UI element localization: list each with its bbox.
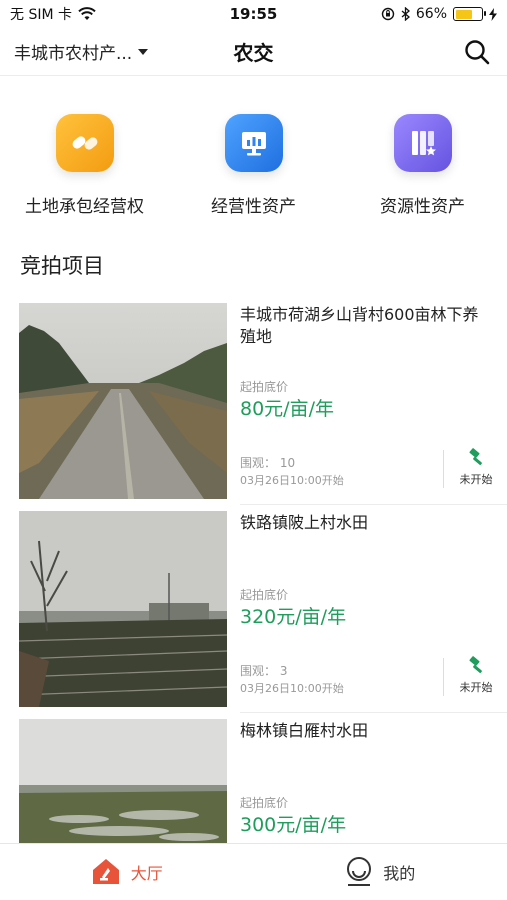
auction-item[interactable]: 梅林镇白雁村水田 起拍底价 300元/亩/年 bbox=[0, 716, 507, 843]
auction-item[interactable]: 铁路镇陂上村水田 起拍底价 320元/亩/年 围观： 3 03月26日10:00… bbox=[0, 508, 507, 716]
tab-profile[interactable]: 我的 bbox=[254, 844, 507, 900]
category-grid: 土地承包经营权 经营性资产 资源性资产 bbox=[0, 76, 507, 226]
tab-hall[interactable]: 大厅 bbox=[0, 844, 254, 900]
rural-road-photo bbox=[19, 303, 227, 499]
section-title: 竞拍项目 bbox=[20, 254, 104, 278]
category-label: 经营性资产 bbox=[211, 197, 296, 217]
tab-bar: 大厅 我的 bbox=[0, 843, 507, 900]
price-value: 320元/亩/年 bbox=[240, 606, 347, 628]
category-label: 资源性资产 bbox=[380, 197, 465, 217]
divider bbox=[443, 450, 444, 488]
start-time: 03月26日10:00开始 bbox=[240, 682, 344, 695]
price-label: 起拍底价 bbox=[240, 588, 289, 602]
charging-icon bbox=[489, 7, 497, 21]
category-land-contract[interactable]: 土地承包经营权 bbox=[0, 76, 169, 226]
auction-status: 未开始 bbox=[450, 656, 502, 695]
auction-status: 未开始 bbox=[450, 448, 502, 487]
category-resource-assets[interactable]: 资源性资产 bbox=[338, 76, 507, 226]
category-label: 土地承包经营权 bbox=[25, 197, 144, 217]
separator bbox=[240, 712, 507, 713]
location-selector[interactable]: 丰城市农村产... bbox=[14, 39, 149, 64]
price-label: 起拍底价 bbox=[240, 380, 289, 394]
carrier-text: 无 SIM 卡 bbox=[10, 7, 72, 23]
search-icon[interactable] bbox=[463, 38, 491, 66]
tab-label: 我的 bbox=[383, 864, 416, 883]
bluetooth-icon bbox=[401, 7, 410, 21]
rotation-lock-icon bbox=[381, 7, 395, 21]
auction-item[interactable]: 丰城市荷湖乡山背村600亩林下养殖地 起拍底价 80元/亩/年 围观： 10 0… bbox=[0, 300, 507, 508]
location-label: 丰城市农村产... bbox=[14, 44, 133, 64]
category-operating-assets[interactable]: 经营性资产 bbox=[169, 76, 338, 226]
item-title: 梅林镇白雁村水田 bbox=[240, 721, 369, 740]
view-count: 围观： 3 bbox=[240, 664, 288, 678]
price-label: 起拍底价 bbox=[240, 796, 289, 810]
book-star-icon bbox=[393, 114, 452, 172]
item-title: 丰城市荷湖乡山背村600亩林下养殖地 bbox=[240, 305, 479, 346]
nav-bar: 丰城市农村产... 农交 bbox=[0, 28, 507, 76]
separator bbox=[240, 504, 507, 505]
item-title: 铁路镇陂上村水田 bbox=[240, 513, 369, 532]
paddy-field-photo bbox=[19, 511, 227, 707]
divider bbox=[443, 658, 444, 696]
battery-level bbox=[455, 9, 472, 19]
tab-label: 大厅 bbox=[130, 864, 163, 883]
auction-list[interactable]: 丰城市荷湖乡山背村600亩林下养殖地 起拍底价 80元/亩/年 围观： 10 0… bbox=[0, 300, 507, 843]
wifi-icon bbox=[78, 7, 96, 20]
status-text: 未开始 bbox=[459, 473, 493, 486]
monitor-chart-icon bbox=[224, 114, 283, 172]
home-icon bbox=[92, 859, 119, 884]
flooded-field-photo bbox=[19, 719, 227, 843]
gavel-icon bbox=[469, 448, 482, 465]
status-bar: 无 SIM 卡 19:55 66% bbox=[0, 0, 507, 28]
profile-icon bbox=[347, 857, 372, 886]
handshake-icon bbox=[55, 114, 114, 172]
start-time: 03月26日10:00开始 bbox=[240, 474, 344, 487]
gavel-icon bbox=[469, 656, 482, 673]
dropdown-caret-icon bbox=[138, 48, 149, 55]
price-value: 80元/亩/年 bbox=[240, 398, 334, 420]
battery-icon bbox=[453, 7, 486, 21]
price-value: 300元/亩/年 bbox=[240, 814, 347, 836]
battery-percent: 66% bbox=[415, 6, 447, 22]
view-count: 围观： 10 bbox=[240, 456, 296, 470]
status-text: 未开始 bbox=[459, 681, 493, 694]
